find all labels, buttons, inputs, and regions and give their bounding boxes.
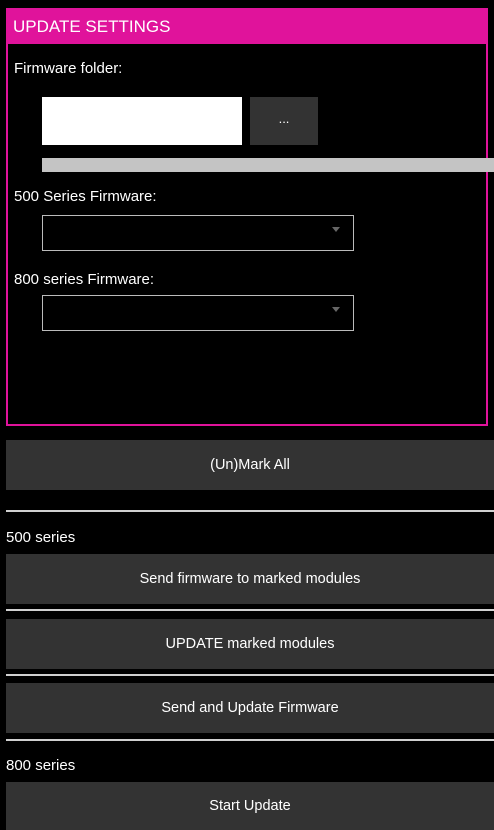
series800-section-label: 800 series bbox=[6, 757, 76, 774]
start-update-button[interactable]: Start Update bbox=[6, 782, 494, 830]
progress-fill bbox=[42, 158, 494, 172]
send-firmware-button[interactable]: Send firmware to marked modules bbox=[6, 554, 494, 604]
update-marked-button[interactable]: UPDATE marked modules bbox=[6, 619, 494, 669]
update-settings-panel: UPDATE SETTINGS Firmware folder: ... 500… bbox=[6, 8, 494, 426]
divider bbox=[6, 609, 494, 611]
chevron-down-icon bbox=[332, 227, 340, 232]
mark-all-button[interactable]: (Un)Mark All bbox=[6, 440, 494, 490]
series800-firmware-dropdown[interactable] bbox=[42, 295, 354, 331]
series500-firmware-label: 500 Series Firmware: bbox=[14, 188, 157, 205]
series500-firmware-dropdown[interactable] bbox=[42, 215, 354, 251]
divider bbox=[6, 674, 494, 676]
send-and-update-button[interactable]: Send and Update Firmware bbox=[6, 683, 494, 733]
firmware-folder-label: Firmware folder: bbox=[14, 60, 123, 77]
browse-folder-button[interactable]: ... bbox=[250, 97, 318, 145]
progress-bar bbox=[42, 158, 494, 172]
series500-section-label: 500 series bbox=[6, 529, 76, 546]
panel-title: UPDATE SETTINGS bbox=[8, 10, 486, 44]
firmware-folder-input[interactable] bbox=[42, 97, 242, 145]
chevron-down-icon bbox=[332, 307, 340, 312]
divider bbox=[6, 510, 494, 512]
divider bbox=[6, 739, 494, 741]
series800-firmware-label: 800 series Firmware: bbox=[14, 271, 155, 288]
